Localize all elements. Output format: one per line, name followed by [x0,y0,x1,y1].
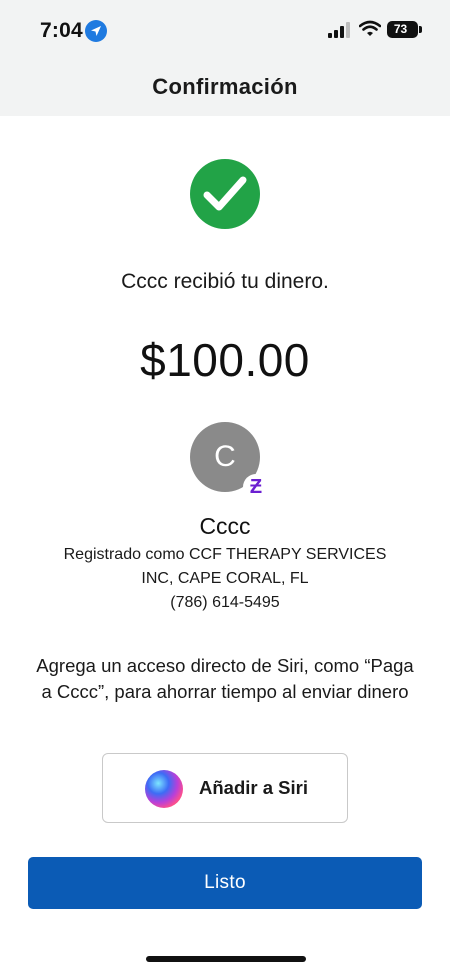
checkmark-circle-icon [190,159,260,229]
location-arrow-icon [85,20,107,42]
add-to-siri-button[interactable]: Añadir a Siri [102,753,348,823]
home-indicator[interactable] [146,956,306,962]
confirmation-message: Cccc recibió tu dinero. [121,270,329,293]
registration-info-line1: Registrado como CCF THERAPY SERVICES [63,546,387,563]
status-time: 7:04 [40,19,83,42]
navigation-bar: Confirmación [0,58,450,116]
wifi-icon [358,20,382,42]
battery-icon: 73 [387,21,422,38]
registration-info-line2: INC, CAPE CORAL, FL [141,570,309,587]
recipient-phone: (786) 614-5495 [170,594,280,611]
page-title: Confirmación [152,74,298,99]
add-to-siri-label: Añadir a Siri [199,777,308,798]
payment-amount: $100.00 [140,334,310,386]
zelle-icon: Ƶ [243,474,269,500]
done-button[interactable]: Listo [28,857,422,909]
siri-icon [145,770,183,808]
cellular-signal-icon [328,22,350,38]
battery-level: 73 [393,22,408,36]
recipient-name: Cccc [199,513,251,539]
status-bar: 7:04 73 [0,0,450,58]
done-button-label: Listo [204,872,246,893]
siri-shortcut-prompt: Agrega un acceso directo de Siri, como “… [36,655,414,702]
